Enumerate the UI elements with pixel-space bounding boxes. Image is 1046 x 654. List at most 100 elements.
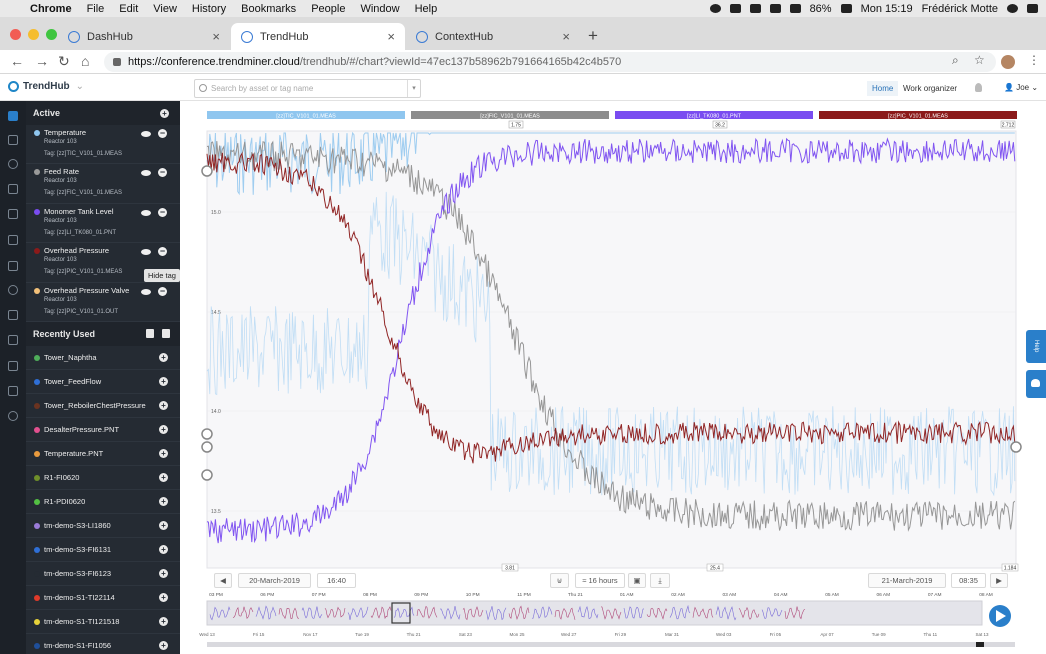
- back-arrow-icon[interactable]: ←: [10, 53, 24, 69]
- recent-tag-item[interactable]: Tower_Naphtha +: [26, 346, 180, 370]
- add-tag-button[interactable]: +: [159, 592, 168, 602]
- comment-icon[interactable]: [8, 209, 18, 219]
- tag-browser-icon[interactable]: [8, 111, 18, 121]
- recent-tag-item[interactable]: DesalterPressure.PNT +: [26, 418, 180, 442]
- reload-icon[interactable]: ↻: [58, 53, 70, 70]
- remove-tag-button[interactable]: −: [158, 286, 167, 296]
- axis-drag-handle[interactable]: [201, 469, 213, 481]
- recent-tag-item[interactable]: tm-demo-S3-FI6131 +: [26, 538, 180, 562]
- menu-window[interactable]: Window: [360, 3, 399, 15]
- add-tag-button[interactable]: +: [159, 544, 168, 554]
- help-tab[interactable]: Help: [1026, 330, 1046, 363]
- time-span-field[interactable]: ≈ 16 hours: [575, 573, 625, 588]
- tab-trendhub[interactable]: TrendHub ×: [231, 23, 405, 50]
- overview-scroll-thumb[interactable]: [976, 642, 984, 647]
- menu-view[interactable]: View: [153, 3, 177, 15]
- add-tag-button[interactable]: +: [159, 520, 168, 530]
- spotlight-icon[interactable]: [1007, 4, 1018, 13]
- add-tag-button[interactable]: +: [159, 400, 168, 410]
- menu-history[interactable]: History: [192, 3, 226, 15]
- overview-strip[interactable]: [206, 600, 983, 626]
- eye-icon[interactable]: [141, 209, 151, 216]
- axis-drag-handle[interactable]: [201, 165, 213, 177]
- status-icon[interactable]: [749, 4, 761, 13]
- menu-bookmarks[interactable]: Bookmarks: [241, 3, 296, 15]
- target-icon[interactable]: [8, 285, 18, 295]
- menu-file[interactable]: File: [87, 3, 105, 15]
- branch-icon[interactable]: [8, 386, 18, 396]
- app-logo[interactable]: TrendHub ⌄: [8, 81, 84, 92]
- active-tag-item[interactable]: Feed Rate Reactor 103 Tag: [zz]FIC_V101_01…: [26, 164, 180, 204]
- trash-icon[interactable]: [162, 329, 170, 339]
- overview-scrollbar[interactable]: [207, 642, 1015, 647]
- remove-tag-button[interactable]: −: [158, 207, 167, 217]
- bookmark-star-icon[interactable]: ☆: [974, 53, 985, 67]
- download-icon[interactable]: ⤓: [650, 573, 670, 588]
- status-icon[interactable]: [709, 4, 721, 13]
- home-icon[interactable]: ⌂: [81, 53, 89, 69]
- eye-icon[interactable]: [141, 131, 151, 137]
- add-tag-button[interactable]: +: [159, 376, 168, 386]
- trend-chart[interactable]: [zz]TIC_V101_01.MEAS [zz]FIC_V101_01.MEAS…: [180, 101, 1046, 654]
- tab-contexthub[interactable]: ContextHub ×: [406, 23, 580, 50]
- volume-icon[interactable]: [789, 4, 801, 13]
- recent-tag-item[interactable]: R1-FI0620 +: [26, 466, 180, 490]
- trend-chart-canvas[interactable]: [zz]TIC_V101_01.MEAS [zz]FIC_V101_01.MEAS…: [180, 101, 1046, 654]
- start-date-field[interactable]: 20-March-2019: [238, 573, 311, 588]
- active-tag-item[interactable]: Temperature Reactor 103 Tag: [zz]TIC_V101_…: [26, 125, 180, 165]
- recent-tag-item[interactable]: tm-demo-S3-FI6123 +: [26, 562, 180, 586]
- nav-home[interactable]: Home: [867, 81, 899, 96]
- cube-icon[interactable]: [8, 235, 18, 245]
- add-tag-button[interactable]: +: [159, 472, 168, 482]
- recent-tag-item[interactable]: tm-demo-S1-FI1056 +: [26, 634, 180, 654]
- recent-tag-item[interactable]: tm-demo-S1-TI121518 +: [26, 610, 180, 634]
- axis-drag-handle[interactable]: [1010, 441, 1022, 453]
- remove-tag-button[interactable]: −: [158, 168, 167, 178]
- new-tab-button[interactable]: +: [588, 26, 598, 46]
- eye-icon[interactable]: [141, 170, 151, 177]
- add-tag-button[interactable]: +: [159, 640, 168, 650]
- axis-drag-handle[interactable]: [201, 441, 213, 453]
- chrome-menu-icon[interactable]: ⋮: [1028, 53, 1040, 67]
- undo-zoom-button[interactable]: ⊍: [550, 573, 569, 588]
- profile-avatar[interactable]: [1001, 55, 1015, 69]
- eye-icon[interactable]: [141, 249, 151, 256]
- nav-work-organizer[interactable]: Work organizer: [898, 81, 962, 96]
- menu-edit[interactable]: Edit: [119, 3, 138, 15]
- add-tag-button[interactable]: +: [159, 616, 168, 626]
- start-time-field[interactable]: 16:40: [317, 573, 356, 588]
- zoom-icon[interactable]: ⌕: [952, 53, 959, 68]
- battery-percent[interactable]: 86%: [810, 3, 832, 15]
- search-tool-icon[interactable]: [8, 159, 18, 169]
- pan-left-button[interactable]: ◀: [214, 573, 232, 588]
- recent-tag-item[interactable]: tm-demo-S1-TI22114 +: [26, 586, 180, 610]
- end-time-field[interactable]: 08:35: [951, 573, 986, 588]
- filter-icon[interactable]: [8, 261, 18, 271]
- feedback-tab[interactable]: [1026, 370, 1046, 398]
- clock[interactable]: Mon 15:19: [861, 3, 913, 15]
- status-icon[interactable]: [729, 4, 741, 13]
- notification-center-icon[interactable]: [1027, 4, 1038, 13]
- recent-tag-item[interactable]: R1-PDI0620 +: [26, 490, 180, 514]
- close-tab-icon[interactable]: ×: [387, 29, 395, 44]
- menu-app-name[interactable]: Chrome: [30, 3, 72, 15]
- user-menu[interactable]: 👤 Joe ⌄: [1004, 83, 1038, 92]
- plot-area[interactable]: [206, 130, 1017, 569]
- add-tag-button[interactable]: +: [159, 352, 168, 362]
- layers-icon[interactable]: [8, 135, 18, 145]
- app-switcher-chevron-icon[interactable]: ⌄: [76, 81, 84, 92]
- bell-icon[interactable]: [8, 361, 18, 371]
- axis-drag-handle[interactable]: [201, 428, 213, 440]
- monitor-icon[interactable]: [8, 310, 18, 320]
- close-window-button[interactable]: [10, 29, 21, 40]
- add-tag-button[interactable]: +: [160, 108, 169, 118]
- os-user-name[interactable]: Frédérick Motte: [922, 3, 998, 15]
- chevron-down-icon[interactable]: ▾: [407, 80, 420, 97]
- close-tab-icon[interactable]: ×: [562, 29, 570, 44]
- add-tag-button[interactable]: +: [159, 496, 168, 506]
- remove-tag-button[interactable]: −: [158, 129, 167, 138]
- url-field[interactable]: https://conference.trendminer.cloud/tren…: [104, 52, 996, 72]
- minimize-window-button[interactable]: [28, 29, 39, 40]
- menu-help[interactable]: Help: [415, 3, 438, 15]
- remove-tag-button[interactable]: −: [158, 247, 167, 257]
